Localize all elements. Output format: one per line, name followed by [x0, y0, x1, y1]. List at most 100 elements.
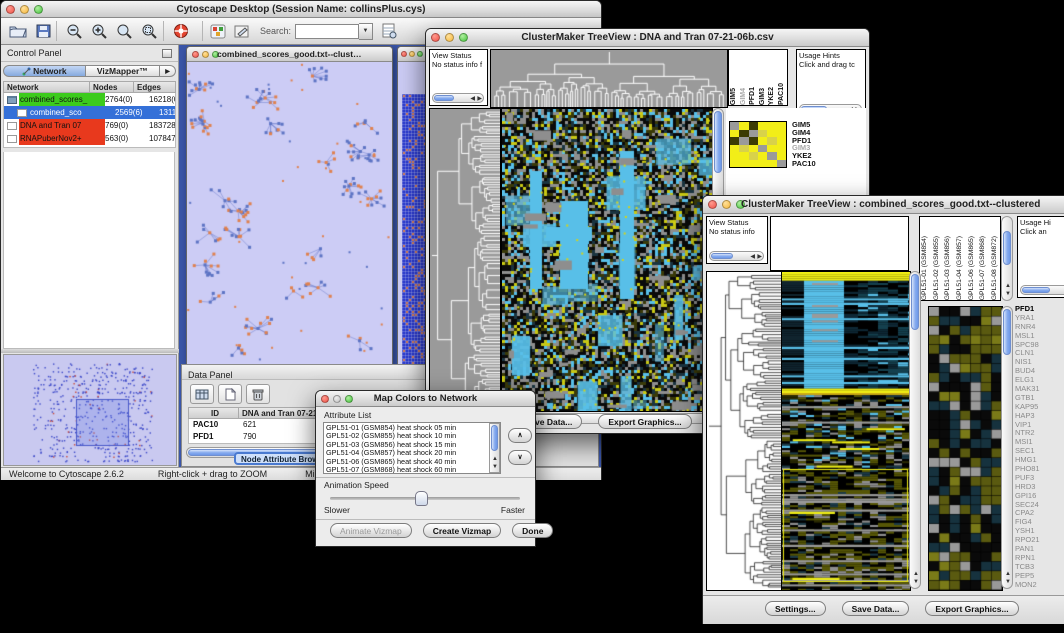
- gene-label[interactable]: ELG1: [1015, 375, 1061, 384]
- matrix-cell[interactable]: [730, 130, 739, 138]
- matrix-cell[interactable]: [749, 145, 758, 153]
- scroll-up-arrow[interactable]: ▲: [1005, 283, 1011, 290]
- column-label[interactable]: GPL51-02 (GSM855): [933, 236, 941, 300]
- scroll-right-arrow[interactable]: ▶: [757, 254, 762, 261]
- column-label[interactable]: GPL51-04 (GSM857): [956, 236, 964, 300]
- matrix-cell[interactable]: [749, 122, 758, 130]
- scroll-down-arrow[interactable]: ▼: [913, 579, 919, 586]
- column-label[interactable]: PFD1: [749, 87, 757, 105]
- dialog-button[interactable]: Done: [512, 523, 553, 538]
- attribute-item[interactable]: GPL51-03 (GSM856) heat shock 15 min: [326, 441, 498, 449]
- matrix-cell[interactable]: [777, 152, 786, 160]
- matrix-cell[interactable]: [767, 160, 776, 168]
- matrix-cell[interactable]: [767, 122, 776, 130]
- column-label[interactable]: GIM4: [740, 88, 748, 105]
- column-label[interactable]: GPL51-08 (GSM872): [991, 236, 999, 300]
- column-label[interactable]: GPL51-07 (GSM868): [979, 236, 987, 300]
- matrix-cell[interactable]: [730, 137, 739, 145]
- row-dendrogram[interactable]: [429, 108, 501, 412]
- minimize-button[interactable]: [409, 51, 415, 57]
- gene-label[interactable]: GPI16: [1015, 491, 1061, 500]
- scrollbar-thumb[interactable]: [714, 111, 722, 173]
- attribute-item[interactable]: GPL51-07 (GSM868) heat shock 60 min: [326, 466, 498, 474]
- vizmapper-icon[interactable]: [210, 24, 226, 39]
- heatmap-canvas[interactable]: [501, 108, 713, 412]
- zoom-button[interactable]: [417, 51, 423, 57]
- column-label[interactable]: YKE2: [768, 87, 776, 105]
- close-button[interactable]: [431, 33, 440, 42]
- minimize-button[interactable]: [722, 200, 731, 209]
- matrix-cell[interactable]: [739, 145, 748, 153]
- matrix-cell[interactable]: [767, 152, 776, 160]
- gene-label[interactable]: HRD3: [1015, 482, 1061, 491]
- move-up-button[interactable]: ∧: [508, 428, 532, 443]
- matrix-cell[interactable]: [730, 152, 739, 160]
- matrix-cell[interactable]: [777, 130, 786, 138]
- help-lifebuoy-icon[interactable]: [172, 23, 190, 39]
- scrollbar-thumb[interactable]: [711, 253, 733, 259]
- usage-hints-scrollbar[interactable]: ◀ ▶: [1020, 285, 1064, 295]
- scrollbar-thumb[interactable]: [434, 95, 454, 101]
- matrix-cell[interactable]: [739, 130, 748, 138]
- view-status-scrollbar[interactable]: ◀ ▶: [709, 251, 764, 261]
- dialog-button[interactable]: Create Vizmap: [423, 523, 501, 538]
- network-list-row[interactable]: RNAPuberNov2+ 563(0) 107847(0): [4, 132, 175, 145]
- matrix-cell[interactable]: [730, 145, 739, 153]
- gene-label[interactable]: CLN1: [1015, 348, 1061, 357]
- matrix-cell[interactable]: [730, 122, 739, 130]
- gene-label[interactable]: TCB3: [1015, 562, 1061, 571]
- zoom-fit-icon[interactable]: [141, 23, 158, 39]
- view-status-scrollbar[interactable]: ◀ ▶: [432, 93, 484, 103]
- minimize-button[interactable]: [202, 51, 209, 58]
- dialog-button[interactable]: Animate Vizmap: [330, 523, 412, 538]
- gene-label[interactable]: YRA1: [1015, 313, 1061, 322]
- gene-label[interactable]: MAK31: [1015, 384, 1061, 393]
- animation-slider-thumb[interactable]: [415, 491, 428, 506]
- attribute-item[interactable]: GPL51-04 (GSM857) heat shock 20 min: [326, 449, 498, 457]
- scroll-up-arrow[interactable]: ▲: [492, 456, 498, 463]
- matrix-cell[interactable]: [758, 130, 767, 138]
- gene-label[interactable]: PHO81: [1015, 464, 1061, 473]
- column-label[interactable]: GPL51-01 (GSM854): [921, 236, 929, 300]
- scroll-right-arrow[interactable]: ▶: [477, 96, 482, 103]
- attribute-item[interactable]: GPL51-01 (GSM854) heat shock 05 min: [326, 424, 498, 432]
- matrix-cell[interactable]: [777, 145, 786, 153]
- scrollbar-thumb[interactable]: [491, 425, 498, 451]
- gene-label[interactable]: PUF3: [1015, 473, 1061, 482]
- panel-splitter[interactable]: [1, 349, 179, 353]
- gene-label[interactable]: RNR4: [1015, 322, 1061, 331]
- matrix-cell[interactable]: [777, 160, 786, 168]
- column-label[interactable]: GIM5: [730, 88, 738, 105]
- treeview-button[interactable]: Export Graphics...: [925, 601, 1018, 616]
- column-label[interactable]: PAC10: [778, 83, 786, 105]
- matrix-cell[interactable]: [739, 152, 748, 160]
- matrix-cell[interactable]: [749, 137, 758, 145]
- gene-label[interactable]: KAP95: [1015, 402, 1061, 411]
- treeview-button[interactable]: Save Data...: [842, 601, 910, 616]
- scrollbar-thumb[interactable]: [1003, 309, 1011, 355]
- matrix-cell[interactable]: [749, 160, 758, 168]
- column-labels-vscrollbar[interactable]: ▲ ▼: [1001, 216, 1013, 301]
- scrollbar-thumb[interactable]: [1003, 231, 1011, 265]
- search-input[interactable]: [295, 24, 359, 39]
- delete-attribute-icon[interactable]: [246, 384, 270, 404]
- treeview2-title-bar[interactable]: ClusterMaker TreeView : combined_scores_…: [703, 196, 1064, 214]
- gene-label[interactable]: RPN1: [1015, 553, 1061, 562]
- tab-network[interactable]: Network: [3, 65, 86, 77]
- matrix-cell[interactable]: [767, 145, 776, 153]
- detail-vscrollbar[interactable]: ▲ ▼: [1001, 306, 1013, 589]
- gene-label[interactable]: CPA2: [1015, 508, 1061, 517]
- scrollbar-thumb[interactable]: [1022, 287, 1050, 293]
- float-panel-icon[interactable]: [162, 49, 172, 58]
- tab-vizmapper[interactable]: VizMapper™: [86, 65, 160, 77]
- close-button[interactable]: [321, 395, 329, 403]
- select-attributes-icon[interactable]: [190, 384, 214, 404]
- treeview-button[interactable]: Export Graphics...: [598, 414, 691, 429]
- gene-label[interactable]: YSH1: [1015, 526, 1061, 535]
- tab-overflow-arrow[interactable]: ▶: [160, 65, 176, 77]
- gene-label[interactable]: FIG4: [1015, 517, 1061, 526]
- matrix-cell[interactable]: [767, 130, 776, 138]
- gene-label[interactable]: PAN1: [1015, 544, 1061, 553]
- attribute-item[interactable]: GPL51-06 (GSM865) heat shock 40 min: [326, 458, 498, 466]
- network-list-row[interactable]: DNA and Tran 07 769(0) 183728(0): [4, 119, 175, 132]
